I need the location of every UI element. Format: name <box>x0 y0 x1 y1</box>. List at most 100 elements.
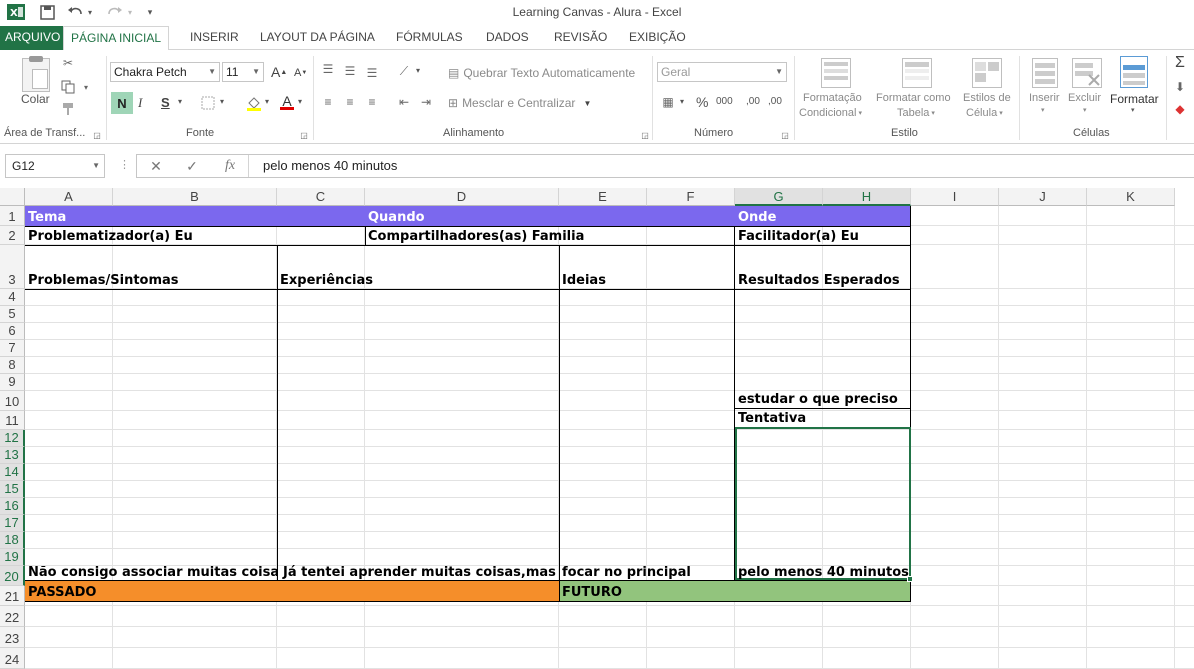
bold-button[interactable]: N <box>111 92 133 114</box>
row-header-24[interactable]: 24 <box>0 648 25 669</box>
column-header-b[interactable]: B <box>113 188 277 206</box>
grow-font-button[interactable]: A ▲ <box>271 64 287 80</box>
cell-d2[interactable]: Compartilhadores(as) Familia <box>365 226 735 245</box>
column-header-f[interactable]: F <box>647 188 735 206</box>
cell-g10[interactable]: estudar o que preciso <box>735 388 911 408</box>
row-header-20[interactable]: 20 <box>0 566 25 586</box>
tab-layout[interactable]: LAYOUT DA PÁGINA <box>253 26 382 50</box>
row-header-2[interactable]: 2 <box>0 226 25 245</box>
cell-a3[interactable]: Problemas/Sintomas <box>25 245 277 289</box>
underline-button[interactable]: S <box>161 95 170 110</box>
currency-dropdown-icon[interactable]: ▾ <box>680 97 684 106</box>
copy-icon[interactable] <box>60 80 76 94</box>
spreadsheet-grid[interactable]: ABCDEFGHIJK 1 2 3 4 5 6 7 8 9 10 11 12 13 14 15 16 17 18 1… <box>0 188 1194 669</box>
number-format-combo[interactable]: Geral ▼ <box>657 62 787 82</box>
column-header-d[interactable]: D <box>365 188 559 206</box>
increase-decimal-button[interactable]: ,00 <box>746 96 760 107</box>
row-header-23[interactable]: 23 <box>0 627 25 648</box>
number-launcher-icon[interactable]: ◲ <box>780 128 790 142</box>
insert-button[interactable]: Inserir <box>1029 92 1060 104</box>
font-color-button[interactable]: A <box>280 93 294 110</box>
font-launcher-icon[interactable]: ◲ <box>299 128 309 142</box>
thousands-button[interactable]: 000 <box>716 96 733 107</box>
format-as-table-icon[interactable] <box>902 58 932 88</box>
cell-a20[interactable]: Não consigo associar muitas coisas <box>25 561 277 581</box>
name-box[interactable]: G12 ▼ <box>5 154 105 178</box>
cell-a1[interactable]: Tema <box>25 206 365 226</box>
row-header-22[interactable]: 22 <box>0 606 25 627</box>
cell-g1[interactable]: Onde <box>735 206 911 226</box>
borders-icon[interactable] <box>200 96 216 110</box>
percent-button[interactable]: % <box>696 94 708 110</box>
font-size-combo[interactable]: 11 ▼ <box>222 62 264 82</box>
row-header-18[interactable]: 18 <box>0 532 25 549</box>
row-header-14[interactable]: 14 <box>0 464 25 481</box>
wrap-text-button[interactable]: ▤ Quebrar Texto Automaticamente <box>448 66 635 80</box>
insert-function-icon[interactable]: fx <box>219 157 241 175</box>
column-header-k[interactable]: K <box>1087 188 1175 206</box>
row-header-11[interactable]: 11 <box>0 411 25 430</box>
tab-pagina-inicial[interactable]: PÁGINA INICIAL <box>63 26 170 51</box>
column-header-j[interactable]: J <box>999 188 1087 206</box>
font-name-combo[interactable]: Chakra Petch ▼ <box>110 62 220 82</box>
tab-formulas[interactable]: FÓRMULAS <box>389 26 470 50</box>
conditional-format-button[interactable]: Formatação <box>803 92 862 104</box>
column-header-g[interactable]: G <box>735 188 823 206</box>
row-header-3[interactable]: 3 <box>0 245 25 289</box>
row-header-13[interactable]: 13 <box>0 447 25 464</box>
align-bottom-icon[interactable]: ☰ <box>364 66 380 80</box>
row-header-7[interactable]: 7 <box>0 340 25 357</box>
cell-e21[interactable]: FUTURO <box>559 581 911 601</box>
row-header-1[interactable]: 1 <box>0 206 25 226</box>
tab-exibicao[interactable]: EXIBIÇÃO <box>622 26 693 50</box>
copy-dropdown-icon[interactable]: ▾ <box>78 80 94 94</box>
enter-icon[interactable]: ✓ <box>183 157 201 175</box>
delete-dropdown-icon[interactable]: ▾ <box>1083 106 1087 114</box>
insert-cells-icon[interactable] <box>1032 58 1058 88</box>
format-painter-icon[interactable] <box>60 102 76 116</box>
conditional-format-icon[interactable] <box>821 58 851 88</box>
cell-g11[interactable]: Tentativa <box>735 408 911 427</box>
orientation-dropdown-icon[interactable]: ▾ <box>416 66 420 75</box>
cell-a2[interactable]: Problematizador(a) Eu <box>25 226 365 245</box>
column-header-a[interactable]: A <box>25 188 113 206</box>
format-as-table-label2[interactable]: Tabela ▾ <box>897 107 935 119</box>
align-middle-icon[interactable]: ☰ <box>342 64 358 78</box>
row-header-19[interactable]: 19 <box>0 549 25 566</box>
row-header-4[interactable]: 4 <box>0 289 25 306</box>
conditional-format-label2[interactable]: Condicional ▾ <box>799 107 862 119</box>
row-header-10[interactable]: 10 <box>0 391 25 411</box>
format-button[interactable]: Formatar <box>1110 92 1159 106</box>
merge-center-button[interactable]: ⊞ Mesclar e Centralizar ▼ <box>448 96 591 110</box>
currency-icon[interactable]: ▦ <box>660 95 676 109</box>
row-header-8[interactable]: 8 <box>0 357 25 374</box>
fill-color-icon[interactable] <box>246 96 262 111</box>
borders-dropdown-icon[interactable]: ▾ <box>220 97 224 106</box>
row-header-12[interactable]: 12 <box>0 430 25 447</box>
cell-g20[interactable]: pelo menos 40 minutos <box>735 561 909 581</box>
row-header-16[interactable]: 16 <box>0 498 25 515</box>
alignment-launcher-icon[interactable]: ◲ <box>640 128 650 142</box>
delete-cells-icon[interactable] <box>1072 58 1102 88</box>
select-all-button[interactable] <box>0 188 25 206</box>
column-header-i[interactable]: I <box>911 188 999 206</box>
cell-a21[interactable]: PASSADO <box>25 581 559 601</box>
clipboard-launcher-icon[interactable]: ◲ <box>92 128 102 142</box>
decrease-decimal-button[interactable]: ,00 <box>768 96 782 107</box>
cut-icon[interactable]: ✂ <box>60 56 76 70</box>
merge-dropdown-icon[interactable]: ▼ <box>583 99 591 108</box>
row-header-6[interactable]: 6 <box>0 323 25 340</box>
row-header-9[interactable]: 9 <box>0 374 25 391</box>
align-right-icon[interactable]: ≡ <box>364 95 380 109</box>
decrease-indent-icon[interactable]: ⇤ <box>396 95 412 109</box>
cell-c20[interactable]: Já tentei aprender muitas coisas,mas tud… <box>278 561 559 581</box>
row-header-17[interactable]: 17 <box>0 515 25 532</box>
fill-down-icon[interactable]: ⬇ <box>1172 80 1188 94</box>
column-header-e[interactable]: E <box>559 188 647 206</box>
orientation-icon[interactable]: ⟋ <box>396 64 412 78</box>
cell-styles-icon[interactable] <box>972 58 1002 88</box>
column-header-h[interactable]: H <box>823 188 911 206</box>
format-cells-icon[interactable] <box>1120 56 1148 88</box>
tab-revisao[interactable]: REVISÃO <box>547 26 614 50</box>
delete-button[interactable]: Excluir <box>1068 92 1101 104</box>
